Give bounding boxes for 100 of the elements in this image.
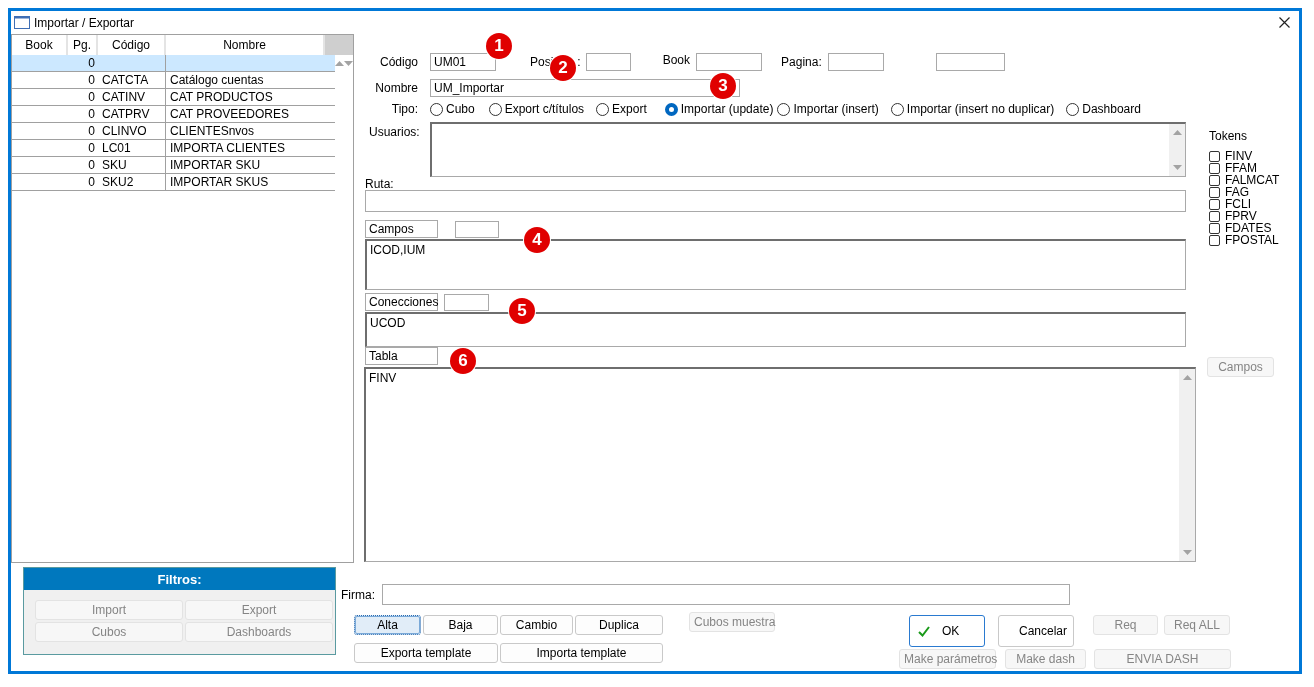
input-field[interactable] — [365, 190, 1186, 212]
checkbox-label: FALMCAT — [1225, 174, 1280, 186]
field-label: Tipo: — [390, 102, 418, 116]
cancel-button[interactable]: Cancelar — [998, 615, 1074, 647]
button[interactable]: Baja — [423, 615, 498, 635]
input-field[interactable] — [696, 53, 763, 71]
table-cell: 0 — [88, 141, 95, 155]
table-cell: CAT PRODUCTOS — [170, 90, 273, 104]
callout-badge: 1 — [486, 33, 512, 59]
checkbox[interactable] — [1209, 234, 1220, 246]
column-header[interactable]: Book — [12, 35, 68, 55]
input-field[interactable] — [935, 53, 1005, 71]
column-header[interactable]: Nombre — [166, 35, 325, 55]
section-label: Campos — [365, 220, 438, 238]
table-cell: IMPORTAR SKUS — [170, 175, 269, 189]
input-field[interactable] — [455, 220, 499, 238]
table-cell: LC01 — [102, 141, 131, 155]
checkbox-label: FINV — [1225, 150, 1253, 162]
table-row[interactable]: 0 LC01 IMPORTA CLIENTES — [12, 140, 335, 157]
window-icon — [14, 16, 30, 29]
table-cell: CATINV — [102, 90, 146, 104]
radio-label: Importar (insert no duplicar) — [906, 102, 1055, 116]
radio-label: Dashboard — [1082, 102, 1141, 116]
ok-button[interactable]: OK — [909, 615, 985, 647]
radio-button[interactable] — [890, 102, 904, 116]
table-cell: 0 — [88, 90, 95, 104]
section-title: Tokens — [1209, 129, 1249, 143]
checkbox[interactable] — [1209, 174, 1220, 186]
input-field[interactable] — [585, 53, 631, 71]
button[interactable]: Cambio — [500, 615, 573, 635]
checkbox[interactable] — [1209, 150, 1220, 162]
input-field[interactable] — [827, 53, 884, 71]
field-label: : — [577, 55, 581, 69]
column-header[interactable]: Pg. — [68, 35, 98, 55]
table-cell: CLIENTESnvos — [170, 124, 255, 138]
table-row[interactable]: 0 SKU IMPORTAR SKU — [12, 157, 335, 174]
table-cell: 0 — [88, 73, 95, 87]
checkbox[interactable] — [1209, 210, 1220, 222]
checkbox-label: FPOSTAL — [1225, 234, 1279, 246]
table-cell: CATCTA — [102, 73, 149, 87]
field-label: Código — [378, 55, 418, 69]
table-row[interactable]: 0 SKU2 IMPORTAR SKUS — [12, 174, 335, 191]
radio-label: Importar (update) — [680, 102, 774, 116]
table-cell: 0 — [88, 107, 95, 121]
section-label: Tabla — [365, 347, 438, 365]
table-cell: 0 — [88, 56, 95, 70]
table-row[interactable]: 0 CLINVO CLIENTESnvos — [12, 123, 335, 140]
button[interactable]: Exporta template — [354, 643, 498, 663]
checkbox[interactable] — [1209, 222, 1220, 234]
input-field[interactable]: UM01 — [430, 53, 496, 71]
table-row[interactable]: 0 CATPRV CAT PROVEEDORES — [12, 106, 335, 123]
callout-badge: 3 — [710, 73, 736, 99]
radio-button[interactable] — [1066, 102, 1080, 116]
check-icon — [918, 625, 930, 637]
radio-label: Importar (insert) — [793, 102, 879, 116]
radio-button[interactable] — [596, 102, 610, 116]
checkbox-label: FCLI — [1225, 198, 1251, 210]
button[interactable]: Alta — [354, 615, 421, 635]
checkbox-label: FFAM — [1225, 162, 1257, 174]
radio-label: Export — [612, 102, 647, 116]
field-label: Nombre — [374, 81, 418, 95]
radio-button[interactable] — [664, 102, 678, 116]
table-cell: 0 — [88, 175, 95, 189]
callout-badge: 4 — [524, 227, 550, 253]
window-title: Importar / Exportar — [34, 15, 135, 30]
input-field[interactable] — [382, 584, 1070, 605]
checkbox-label: FAG — [1225, 186, 1249, 198]
checkbox[interactable] — [1209, 162, 1220, 174]
callout-badge: 5 — [509, 298, 535, 324]
radio-button[interactable] — [488, 102, 502, 116]
radio-label: Export c/títulos — [504, 102, 585, 116]
table-cell: CAT PROVEEDORES — [170, 107, 289, 121]
table-cell: SKU2 — [102, 175, 134, 189]
text-area[interactable] — [430, 122, 1186, 177]
close-button[interactable] — [1279, 17, 1290, 28]
table-cell: IMPORTAR SKU — [170, 158, 261, 172]
panel-header: Filtros: — [24, 568, 335, 590]
text-area[interactable]: FINV — [364, 367, 1196, 562]
field-label: Pagina: — [781, 55, 822, 69]
radio-label: Cubo — [446, 102, 475, 116]
input-field[interactable] — [444, 293, 489, 311]
column-header[interactable]: Código — [98, 35, 166, 55]
radio-button[interactable] — [430, 102, 443, 116]
radio-button[interactable] — [777, 102, 791, 116]
table-row[interactable]: 0 CATINV CAT PRODUCTOS — [12, 89, 335, 106]
table-cell: 0 — [88, 158, 95, 172]
table-cell: SKU — [102, 158, 127, 172]
table-cell: IMPORTA CLIENTES — [170, 141, 285, 155]
table-cell: 0 — [88, 124, 95, 138]
table-cell: CATPRV — [102, 107, 150, 121]
table-cell: CLINVO — [102, 124, 147, 138]
button[interactable]: Importa template — [500, 643, 663, 663]
table-cell: Catálogo cuentas — [170, 73, 264, 87]
checkbox[interactable] — [1209, 186, 1220, 198]
checkbox[interactable] — [1209, 198, 1220, 210]
field-label: Book — [662, 53, 691, 67]
button[interactable]: Duplica — [575, 615, 663, 635]
callout-badge: 6 — [450, 348, 476, 374]
table-row[interactable]: 0 — [12, 55, 335, 72]
table-row[interactable]: 0 CATCTA Catálogo cuentas — [12, 72, 335, 89]
